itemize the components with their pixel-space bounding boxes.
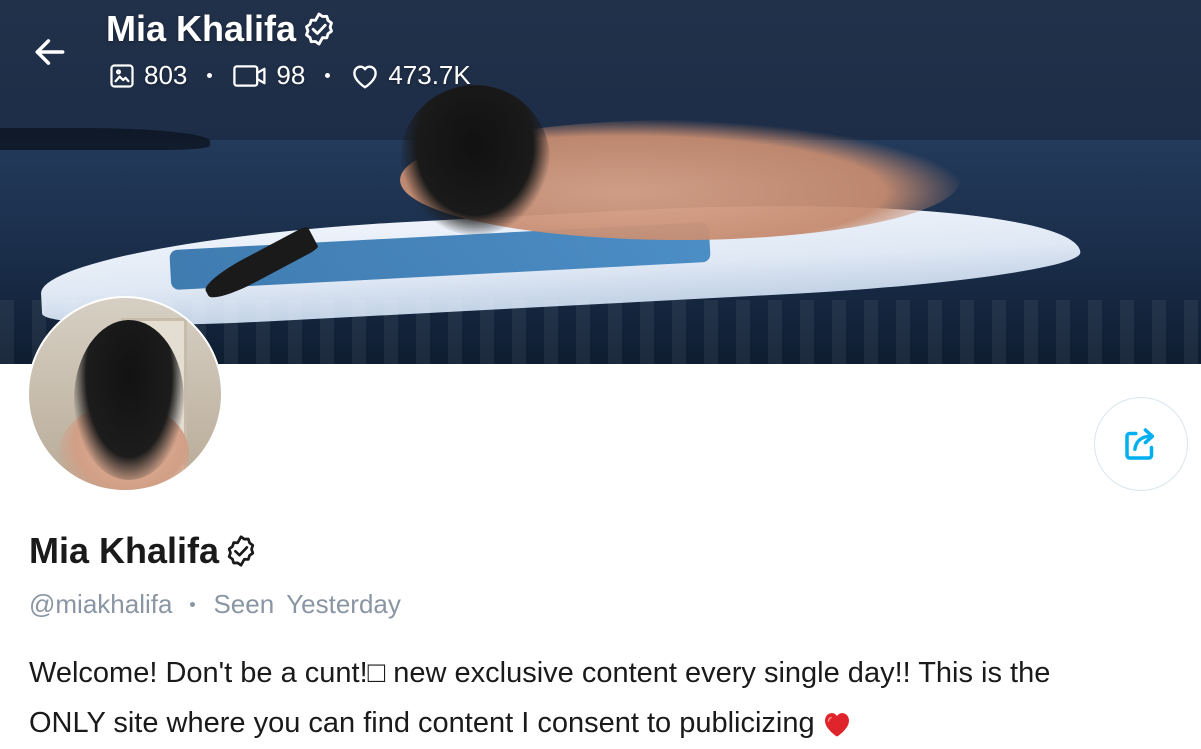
profile-meta: @miakhalifa Seen Yesterday <box>29 589 401 620</box>
meta-separator <box>190 602 196 607</box>
red-heart-icon <box>824 713 849 738</box>
bio-line-wrap: ONLY site where you can find content I c… <box>29 698 1179 748</box>
avatar-image <box>29 298 221 490</box>
share-icon <box>1125 428 1155 460</box>
arrow-left-icon <box>35 39 65 65</box>
image-icon <box>110 63 134 88</box>
likes-stat[interactable]: 473.7K <box>350 60 471 91</box>
seen-label: Seen <box>213 589 275 619</box>
cover-shoreline <box>0 128 210 150</box>
videos-stat[interactable]: 98 <box>232 60 305 91</box>
cover-profile-name: Mia Khalifa <box>106 8 338 50</box>
verified-badge-icon <box>305 12 333 46</box>
verified-badge-icon <box>227 535 255 567</box>
stat-separator <box>325 73 331 78</box>
video-camera-icon <box>233 64 266 87</box>
profile-page: Mia Khalifa 803 98 473.7K Mia Khalifa @m… <box>0 0 1201 749</box>
photos-count: 803 <box>144 60 188 90</box>
stat-separator <box>207 73 213 78</box>
profile-bio: Welcome! Don't be a cunt!□ new exclusive… <box>29 648 1179 748</box>
back-button[interactable] <box>28 30 72 74</box>
bio-line: ONLY site where you can find content I c… <box>29 707 815 739</box>
heart-outline-icon <box>353 64 378 88</box>
likes-count: 473.7K <box>388 60 471 90</box>
share-button[interactable] <box>1094 397 1188 491</box>
bio-line: Welcome! Don't be a cunt!□ new exclusive… <box>29 657 1051 689</box>
cover-header: Mia Khalifa 803 98 473.7K <box>0 0 1201 110</box>
avatar[interactable] <box>27 296 223 492</box>
avatar-figure-hair <box>74 320 184 480</box>
cover-name-text: Mia Khalifa <box>106 8 297 49</box>
profile-name: Mia Khalifa <box>29 530 259 572</box>
profile-stats: 803 98 473.7K <box>108 60 471 91</box>
profile-handle: @miakhalifa <box>29 589 173 619</box>
photos-stat[interactable]: 803 <box>108 60 187 91</box>
seen-value: Yesterday <box>286 589 401 619</box>
profile-name-text: Mia Khalifa <box>29 530 220 571</box>
videos-count: 98 <box>276 60 306 90</box>
